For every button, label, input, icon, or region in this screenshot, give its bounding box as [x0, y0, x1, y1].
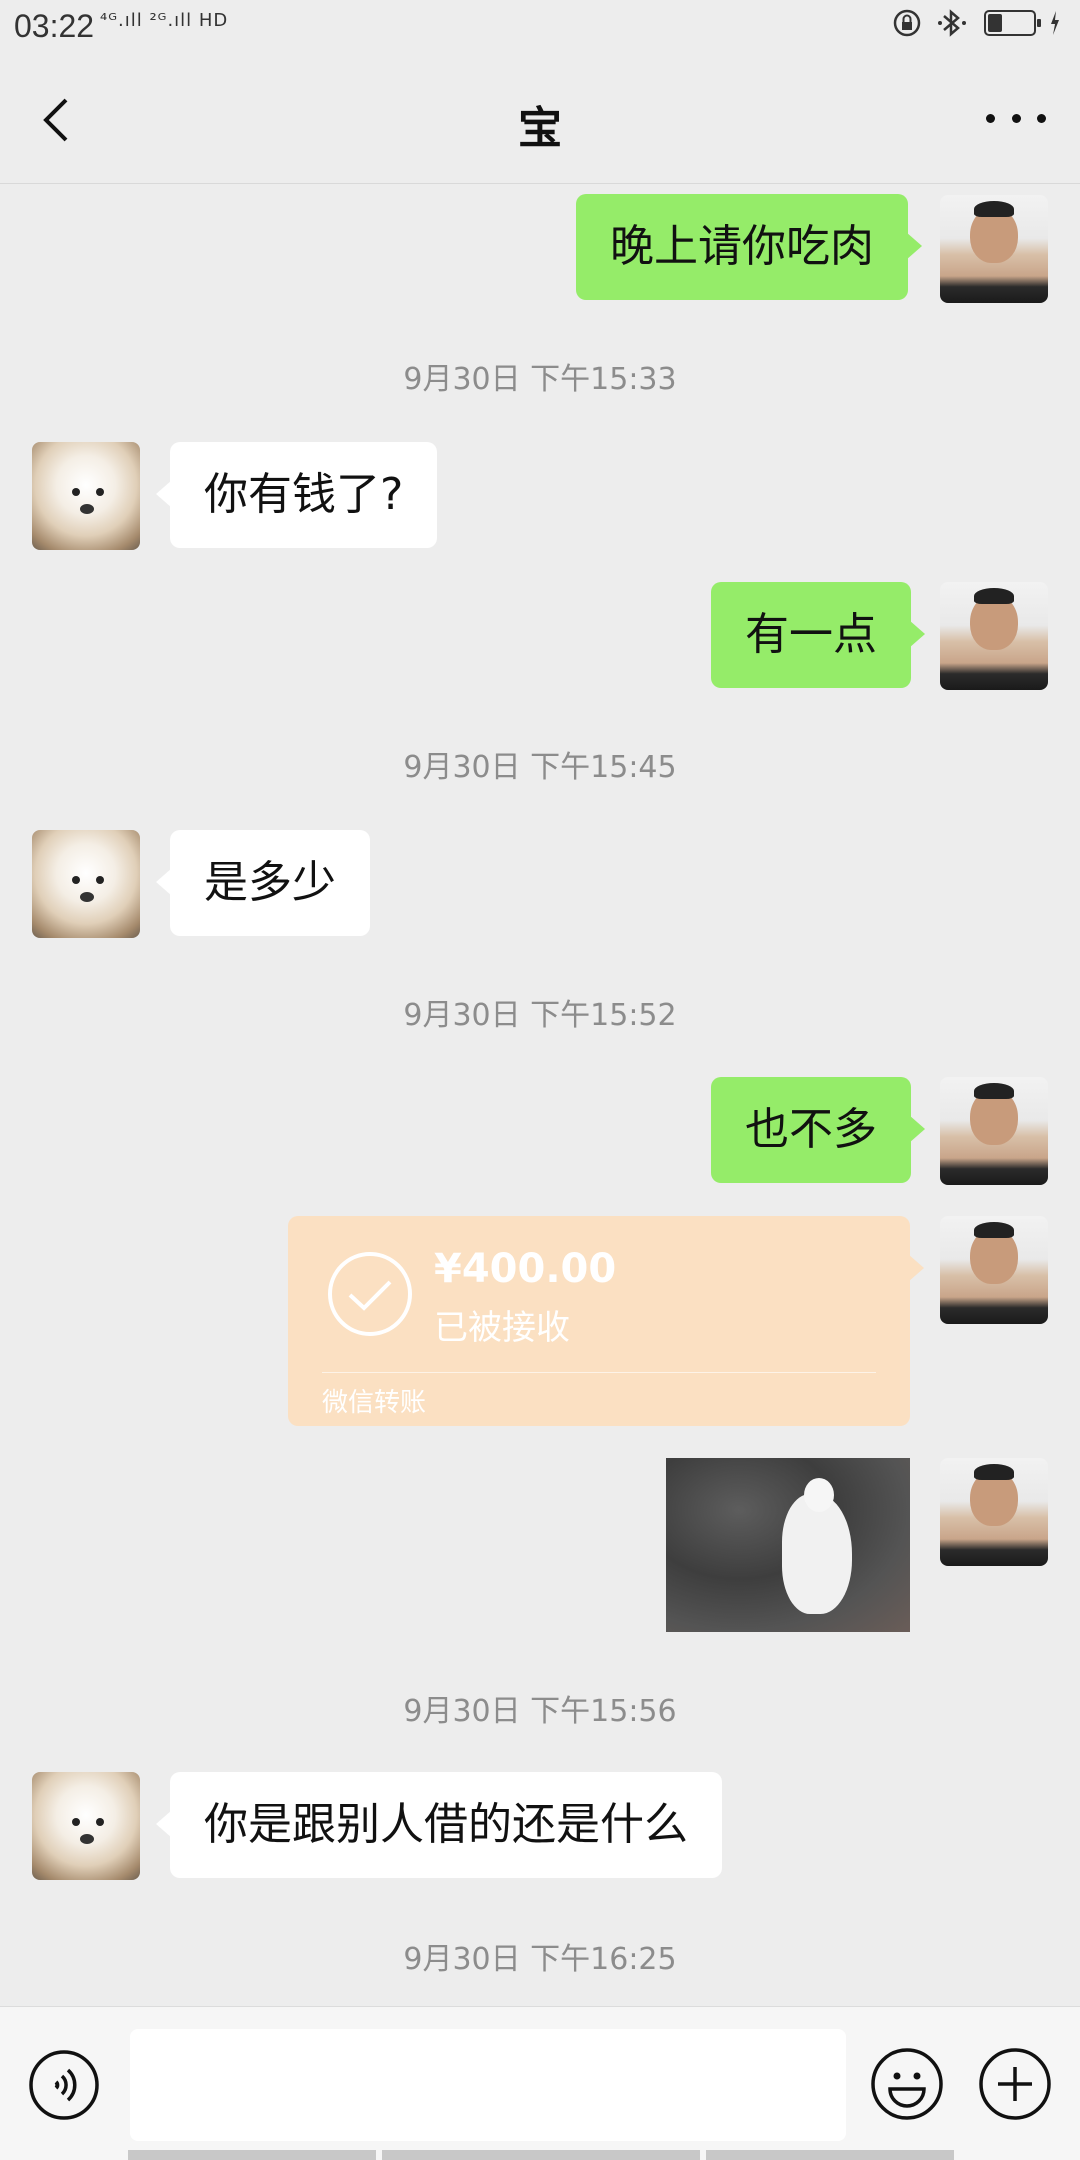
plus-icon[interactable] — [978, 2047, 1052, 2121]
image-message[interactable] — [666, 1458, 910, 1632]
message-bubble-outgoing[interactable]: 也不多 — [711, 1077, 925, 1183]
message-bubble-incoming[interactable]: 你是跟别人借的还是什么 — [156, 1772, 722, 1878]
input-bar — [0, 2006, 1080, 2160]
message-timestamp: 9月30日 下午15:45 — [403, 750, 677, 785]
my-avatar[interactable] — [940, 1077, 1048, 1185]
chat-header: 宝 — [0, 56, 1080, 184]
message-timestamp: 9月30日 下午15:33 — [403, 362, 677, 397]
chat-title: 宝 — [518, 103, 562, 154]
more-button[interactable] — [986, 96, 1046, 140]
more-icon-dot — [1011, 113, 1021, 123]
bluetooth-icon — [938, 9, 966, 37]
transfer-label: 微信转账 — [322, 1388, 427, 1418]
emoji-icon[interactable] — [870, 2047, 944, 2121]
more-icon-dot — [1037, 113, 1046, 123]
image-subject — [782, 1494, 852, 1614]
my-avatar[interactable] — [940, 582, 1048, 690]
status-time: 03:22 — [14, 8, 95, 44]
message-timestamp: 9月30日 下午16:25 — [403, 1942, 677, 1977]
nav-bar-segment — [706, 2150, 954, 2160]
transfer-divider — [322, 1372, 876, 1373]
signal-indicator: ⁴ᴳ.ıll ²ᴳ.ıll HD — [100, 10, 229, 31]
more-icon — [986, 113, 995, 123]
status-bar: 03:22 ⁴ᴳ.ıll ²ᴳ.ıll HD — [0, 0, 1080, 56]
voice-icon[interactable] — [28, 2049, 100, 2121]
check-circle-icon — [328, 1252, 412, 1336]
nav-bar-segment — [128, 2150, 376, 2160]
message-input[interactable] — [130, 2029, 846, 2141]
my-avatar[interactable] — [940, 1216, 1048, 1324]
transfer-status: 已被接收 — [434, 1308, 570, 1348]
my-avatar[interactable] — [940, 195, 1048, 303]
message-bubble-outgoing[interactable]: 晚上请你吃肉 — [576, 194, 922, 300]
contact-avatar[interactable] — [32, 1772, 140, 1880]
lock-rotation-icon — [893, 9, 921, 37]
contact-avatar[interactable] — [32, 830, 140, 938]
transfer-amount: ¥400.00 — [434, 1246, 617, 1292]
message-bubble-outgoing[interactable]: 有一点 — [711, 582, 925, 688]
message-timestamp: 9月30日 下午15:52 — [403, 998, 677, 1033]
my-avatar[interactable] — [940, 1458, 1048, 1566]
contact-avatar[interactable] — [32, 442, 140, 550]
nav-bar-segment — [382, 2150, 700, 2160]
image-subject-head — [804, 1478, 834, 1512]
transfer-card[interactable]: ¥400.00 已被接收 微信转账 — [288, 1216, 924, 1426]
message-bubble-incoming[interactable]: 是多少 — [156, 830, 370, 936]
charging-icon — [1051, 11, 1059, 35]
message-bubble-incoming[interactable]: 你有钱了? — [155, 442, 438, 548]
battery-icon — [984, 10, 1041, 36]
message-timestamp: 9月30日 下午15:56 — [403, 1694, 677, 1729]
